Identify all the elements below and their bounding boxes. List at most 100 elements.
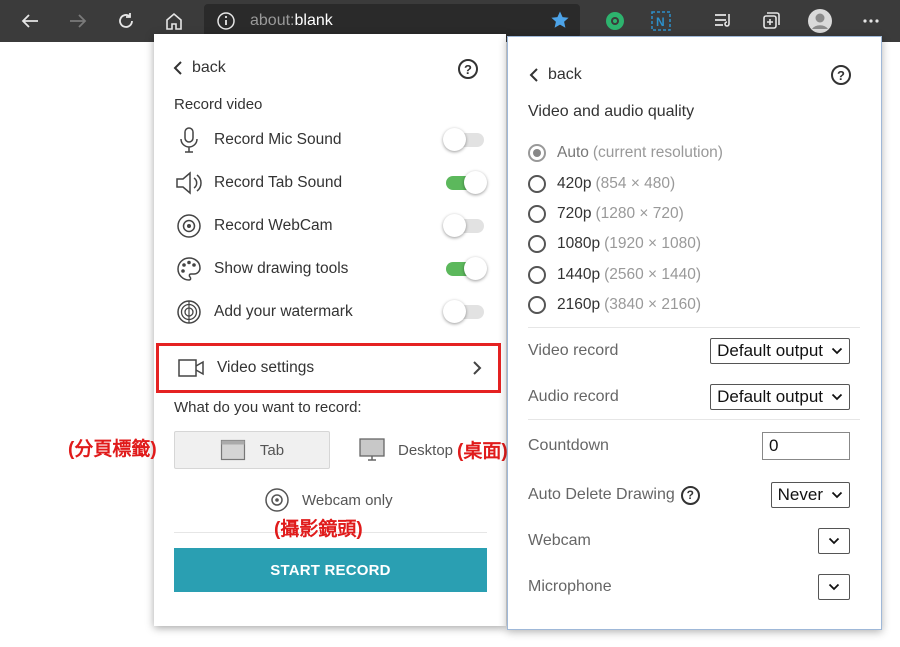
countdown-label: Countdown xyxy=(528,437,609,454)
annotation-webcam: (攝影鏡頭) xyxy=(274,519,363,540)
chevron-left-icon xyxy=(529,68,538,82)
drawing-tools-toggle[interactable] xyxy=(446,257,487,280)
help-icon[interactable]: ? xyxy=(458,59,478,79)
palette-icon xyxy=(174,254,204,284)
video-record-row: Video record Default output xyxy=(528,336,850,366)
option-label: Record Mic Sound xyxy=(214,131,342,148)
audio-record-row: Audio record Default output xyxy=(528,382,850,412)
record-tab-button[interactable]: Tab xyxy=(174,431,330,469)
auto-delete-row: Auto Delete Drawing ? Never xyxy=(528,480,850,510)
radio-button[interactable] xyxy=(528,235,546,253)
option-label: Add your watermark xyxy=(214,303,353,320)
back-label: back xyxy=(548,66,582,83)
desktop-label: Desktop xyxy=(398,441,454,459)
auto-delete-select[interactable]: Never xyxy=(770,482,850,508)
tab-window-icon xyxy=(220,439,246,461)
chevron-right-icon xyxy=(473,361,482,375)
watermark-toggle[interactable] xyxy=(443,300,484,323)
video-record-select[interactable]: Default output xyxy=(710,338,850,364)
n-extension-icon[interactable]: N xyxy=(648,8,674,34)
back-arrow-icon[interactable] xyxy=(14,5,46,37)
start-record-button[interactable]: START RECORD xyxy=(174,548,487,592)
webcam-only-label: Webcam only xyxy=(302,491,393,509)
chevron-down-icon xyxy=(831,347,843,355)
countdown-input[interactable]: 0 xyxy=(762,432,850,460)
audio-record-select[interactable]: Default output xyxy=(710,384,850,410)
resolution-label: 1440p xyxy=(557,266,601,283)
back-link[interactable]: back xyxy=(528,66,582,84)
countdown-row: Countdown 0 xyxy=(528,431,850,461)
annotation-desktop: (桌面) xyxy=(457,441,508,462)
radio-button[interactable] xyxy=(528,205,546,223)
audio-record-label: Audio record xyxy=(528,388,619,405)
favorite-star-icon[interactable] xyxy=(550,10,570,35)
resolution-detail: (3840 × 2160) xyxy=(604,296,702,313)
microphone-select[interactable] xyxy=(818,574,850,600)
record-question: What do you want to record: xyxy=(174,399,362,416)
tab-sound-toggle[interactable] xyxy=(446,171,487,194)
info-icon[interactable] xyxy=(216,11,236,36)
option-record-tab: Record Tab Sound xyxy=(174,167,487,199)
radio-button[interactable] xyxy=(528,266,546,284)
option-label: Record Tab Sound xyxy=(214,174,343,191)
radio-button[interactable] xyxy=(528,144,546,162)
auto-delete-label: Auto Delete Drawing xyxy=(528,486,675,503)
option-drawing-tools: Show drawing tools xyxy=(174,253,487,285)
forward-arrow-icon[interactable] xyxy=(62,5,94,37)
video-settings-panel: back ? Video and audio quality Auto (cur… xyxy=(507,36,882,630)
chevron-down-icon xyxy=(828,583,840,591)
more-options-icon[interactable] xyxy=(858,8,884,34)
chevron-down-icon xyxy=(831,491,843,499)
chevron-down-icon xyxy=(828,537,840,545)
video-camera-icon xyxy=(178,359,204,377)
help-icon[interactable]: ? xyxy=(680,485,700,505)
resolution-detail: (current resolution) xyxy=(592,144,723,161)
resolution-option-420p[interactable]: 420p (854 × 480) xyxy=(528,172,675,196)
webcam-toggle[interactable] xyxy=(443,214,484,237)
chevron-down-icon xyxy=(831,393,843,401)
address-bar[interactable]: about:blank xyxy=(204,4,580,38)
video-settings-label: Video settings xyxy=(217,359,315,376)
option-label: Record WebCam xyxy=(214,217,333,234)
option-record-webcam: Record WebCam xyxy=(174,210,484,242)
option-label: Show drawing tools xyxy=(214,260,349,277)
help-icon[interactable]: ? xyxy=(831,65,851,85)
resolution-detail: (1280 × 720) xyxy=(595,205,684,222)
resolution-label: 420p xyxy=(557,175,592,192)
record-desktop-button[interactable]: Desktop xyxy=(358,431,453,469)
resolution-label: 2160p xyxy=(557,296,601,313)
microphone-icon xyxy=(174,125,204,155)
radio-button[interactable] xyxy=(528,175,546,193)
profile-avatar-icon[interactable] xyxy=(807,8,833,34)
svg-text:N: N xyxy=(656,15,665,29)
divider xyxy=(528,419,860,420)
resolution-option-1080p[interactable]: 1080p (1920 × 1080) xyxy=(528,232,701,256)
back-link[interactable]: back xyxy=(172,59,226,77)
webcam-icon xyxy=(174,211,204,241)
auto-delete-label-wrap: Auto Delete Drawing ? xyxy=(528,485,771,505)
speaker-icon xyxy=(174,168,204,198)
option-record-mic: Record Mic Sound xyxy=(174,124,484,156)
reading-list-icon[interactable] xyxy=(710,8,736,34)
webcam-select[interactable] xyxy=(818,528,850,554)
mic-sound-toggle[interactable] xyxy=(443,128,484,151)
tab-label: Tab xyxy=(259,441,285,459)
home-icon[interactable] xyxy=(158,5,190,37)
resolution-detail: (1920 × 1080) xyxy=(604,235,702,252)
resolution-label: 720p xyxy=(557,205,592,222)
url-text[interactable]: about:blank xyxy=(250,12,333,30)
video-settings-row[interactable]: Video settings xyxy=(156,343,501,393)
resolution-option-1440p[interactable]: 1440p (2560 × 1440) xyxy=(528,263,701,287)
recorder-extension-icon[interactable] xyxy=(602,8,628,34)
webcam-only-button[interactable]: Webcam only xyxy=(264,485,393,515)
resolution-label: 1080p xyxy=(557,235,601,252)
quality-title: Video and audio quality xyxy=(528,103,695,120)
watermark-icon xyxy=(174,297,204,327)
refresh-icon[interactable] xyxy=(110,5,142,37)
back-label: back xyxy=(192,59,226,76)
collections-icon[interactable] xyxy=(758,8,784,34)
radio-button[interactable] xyxy=(528,296,546,314)
resolution-option-2160p[interactable]: 2160p (3840 × 2160) xyxy=(528,293,701,317)
resolution-option-auto[interactable]: Auto (current resolution) xyxy=(528,141,723,165)
resolution-option-720p[interactable]: 720p (1280 × 720) xyxy=(528,202,684,226)
